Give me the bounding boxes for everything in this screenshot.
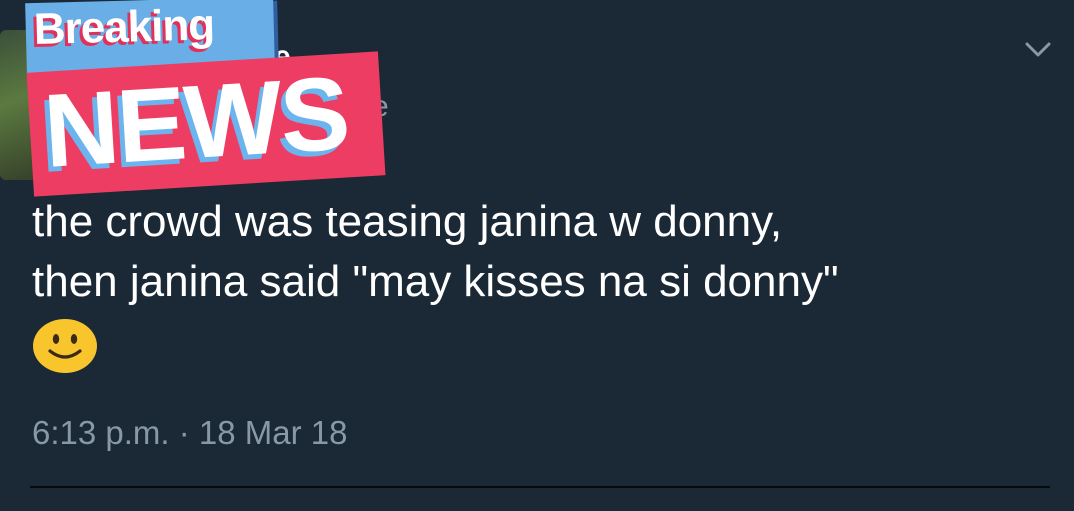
news-sticker-label: NEWS (40, 55, 352, 190)
tweet-card[interactable]: snyne e Breaking NEWS the crowd was teas… (0, 0, 1074, 511)
tweet-text-line: then janina said "may kisses na si donny… (32, 257, 839, 306)
news-sticker: NEWS (26, 51, 386, 197)
tweet-text-line: the crowd was teasing janina w donny, (32, 197, 783, 246)
tweet-timestamp[interactable]: 6:13 p.m. · 18 Mar 18 (32, 414, 347, 452)
slightly-smiling-face-icon (33, 319, 97, 373)
breaking-sticker-label: Breaking (33, 0, 215, 55)
tweet-text: the crowd was teasing janina w donny, th… (32, 192, 1042, 374)
divider (30, 486, 1050, 488)
chevron-down-icon[interactable] (1024, 38, 1052, 60)
